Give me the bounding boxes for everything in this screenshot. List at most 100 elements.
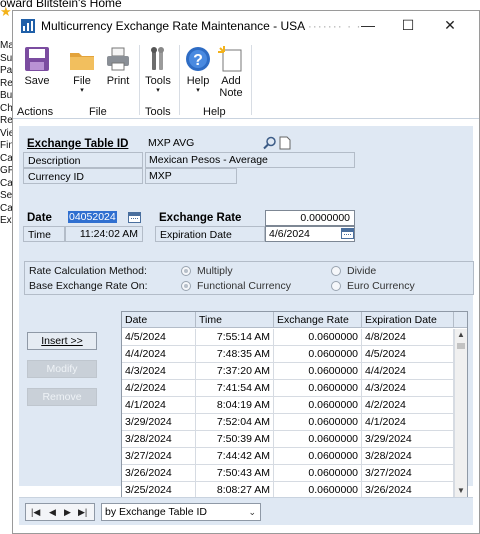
grid-cell-rate: 0.0600000 [274,346,362,362]
first-record-icon[interactable]: |◀ [31,504,40,521]
help-menu-button[interactable]: ? Help ▾ [181,45,215,95]
background-nav-item[interactable]: Ca [0,178,12,191]
divide-radio[interactable] [331,266,341,276]
rate-options-box: Rate Calculation Method: Multiply Divide… [24,261,474,295]
divide-option-label[interactable]: Divide [347,265,376,277]
close-button[interactable]: ✕ [435,15,465,37]
ribbon-separator [179,45,180,115]
lookup-magnifier-icon[interactable] [263,136,277,150]
new-document-icon[interactable] [279,136,291,150]
grid-cell-rate: 0.0600000 [274,482,362,498]
file-menu-button[interactable]: File ▾ [65,45,99,95]
time-field[interactable]: 11:24:02 AM [65,226,143,242]
euro-currency-radio[interactable] [331,281,341,291]
add-note-label-line2: Note [219,87,243,99]
print-label: Print [106,75,130,87]
grid-cell-rate: 0.0600000 [274,380,362,396]
grid-row[interactable]: 3/29/2024 7:52:04 AM 0.0600000 4/1/2024 [122,414,454,431]
multiply-option-label[interactable]: Multiply [197,265,233,277]
grid-cell-expiration: 3/29/2024 [362,431,454,447]
next-record-icon[interactable]: ▶ [64,504,71,521]
description-label: Description [23,152,143,168]
exchange-table-id-field[interactable]: MXP AVG [145,136,255,152]
background-nav-item[interactable]: Pa [0,65,12,78]
grid-row[interactable]: 4/3/2024 7:37:20 AM 0.0600000 4/4/2024 [122,363,454,380]
background-nav-item[interactable]: Se [0,190,12,203]
grid-cell-rate: 0.0600000 [274,363,362,379]
functional-currency-radio[interactable] [181,281,191,291]
date-calendar-icon[interactable] [128,212,141,223]
remove-button[interactable]: Remove [27,388,97,406]
scroll-down-arrow-icon[interactable]: ▼ [455,485,467,497]
background-nav-item[interactable]: Vie [0,128,12,141]
last-record-icon[interactable]: ▶| [78,504,87,521]
exchange-table-id-label[interactable]: Exchange Table ID [23,136,141,152]
grid-cell-rate: 0.0600000 [274,448,362,464]
file-label: File [73,75,91,87]
modify-button[interactable]: Modify [27,360,97,378]
tools-dropdown-arrow-icon: ▾ [156,87,160,94]
sort-by-value: by Exchange Table ID [105,506,207,518]
tools-menu-button[interactable]: Tools ▾ [141,45,175,95]
ribbon-separator [139,45,140,115]
description-field[interactable]: Mexican Pesos - Average [145,152,355,168]
ribbon-group-file: File [89,106,107,118]
grid-row[interactable]: 3/28/2024 7:50:39 AM 0.0600000 3/29/2024 [122,431,454,448]
grid-vertical-scrollbar[interactable]: ▲ ▼ [454,329,467,497]
title-bar[interactable]: Multicurrency Exchange Rate Maintenance … [13,11,479,41]
background-nav-item[interactable]: GP [0,165,12,178]
grid-header-time[interactable]: Time [196,312,274,328]
background-nav-item[interactable]: Re [0,78,12,91]
grid-row[interactable]: 4/4/2024 7:48:35 AM 0.0600000 4/5/2024 [122,346,454,363]
grid-row[interactable]: 4/2/2024 7:41:54 AM 0.0600000 4/3/2024 [122,380,454,397]
background-nav-item[interactable]: Fin [0,140,12,153]
time-label: Time [23,226,65,242]
grid-cell-date: 4/5/2024 [122,329,196,345]
background-nav-item[interactable]: Ca [0,203,12,216]
grid-row[interactable]: 3/26/2024 7:50:43 AM 0.0600000 3/27/2024 [122,465,454,482]
grid-cell-date: 3/28/2024 [122,431,196,447]
grid-header-expiration-date[interactable]: Expiration Date [362,312,454,328]
background-nav-item[interactable]: Ch [0,103,12,116]
background-nav-item[interactable]: Ma [0,40,12,53]
insert-button[interactable]: Insert >> [27,332,97,350]
grid-row[interactable]: 4/5/2024 7:55:14 AM 0.0600000 4/8/2024 [122,329,454,346]
background-nav-item[interactable]: Re [0,115,12,128]
favorite-star-icon[interactable]: ★ [0,5,12,18]
grid-cell-expiration: 4/5/2024 [362,346,454,362]
date-field[interactable]: 04052024 [65,210,127,226]
grid-cell-time: 7:50:39 AM [196,431,274,447]
scroll-up-arrow-icon[interactable]: ▲ [455,329,467,341]
grid-cell-rate: 0.0600000 [274,329,362,345]
multiply-radio[interactable] [181,266,191,276]
grid-header-exchange-rate[interactable]: Exchange Rate [274,312,362,328]
grid-cell-expiration: 3/26/2024 [362,482,454,498]
add-note-button[interactable]: Add Note [215,45,247,99]
grid-row[interactable]: 4/1/2024 8:04:19 AM 0.0600000 4/2/2024 [122,397,454,414]
euro-currency-option-label[interactable]: Euro Currency [347,280,415,292]
maximize-button[interactable]: ☐ [393,15,423,37]
app-chart-icon [21,19,35,33]
expiration-calendar-icon[interactable] [341,228,354,239]
record-navigation: |◀ ◀ ▶ ▶| [25,503,95,521]
currency-id-field[interactable]: MXP [145,168,237,184]
print-button[interactable]: Print [101,45,135,87]
save-disk-icon [23,45,51,73]
background-nav-item[interactable]: Su [0,53,12,66]
scroll-thumb[interactable] [457,343,465,349]
exchange-rate-field[interactable]: 0.0000000 [265,210,355,226]
grid-row[interactable]: 3/27/2024 7:44:42 AM 0.0600000 3/28/2024 [122,448,454,465]
help-question-icon: ? [184,45,212,73]
previous-record-icon[interactable]: ◀ [49,504,56,521]
minimize-button[interactable]: — [353,15,383,37]
save-button[interactable]: Save [19,45,55,87]
background-nav-item[interactable]: Ex [0,215,12,228]
background-nav-item[interactable]: Ca [0,153,12,166]
background-nav-item[interactable]: Bu [0,90,12,103]
grid-cell-time: 8:08:27 AM [196,482,274,498]
sort-by-dropdown[interactable]: by Exchange Table ID ⌄ [101,503,261,521]
functional-currency-option-label[interactable]: Functional Currency [197,280,291,292]
grid-header-date[interactable]: Date [122,312,196,328]
tools-label: Tools [145,75,171,87]
help-dropdown-arrow-icon: ▾ [196,87,200,94]
